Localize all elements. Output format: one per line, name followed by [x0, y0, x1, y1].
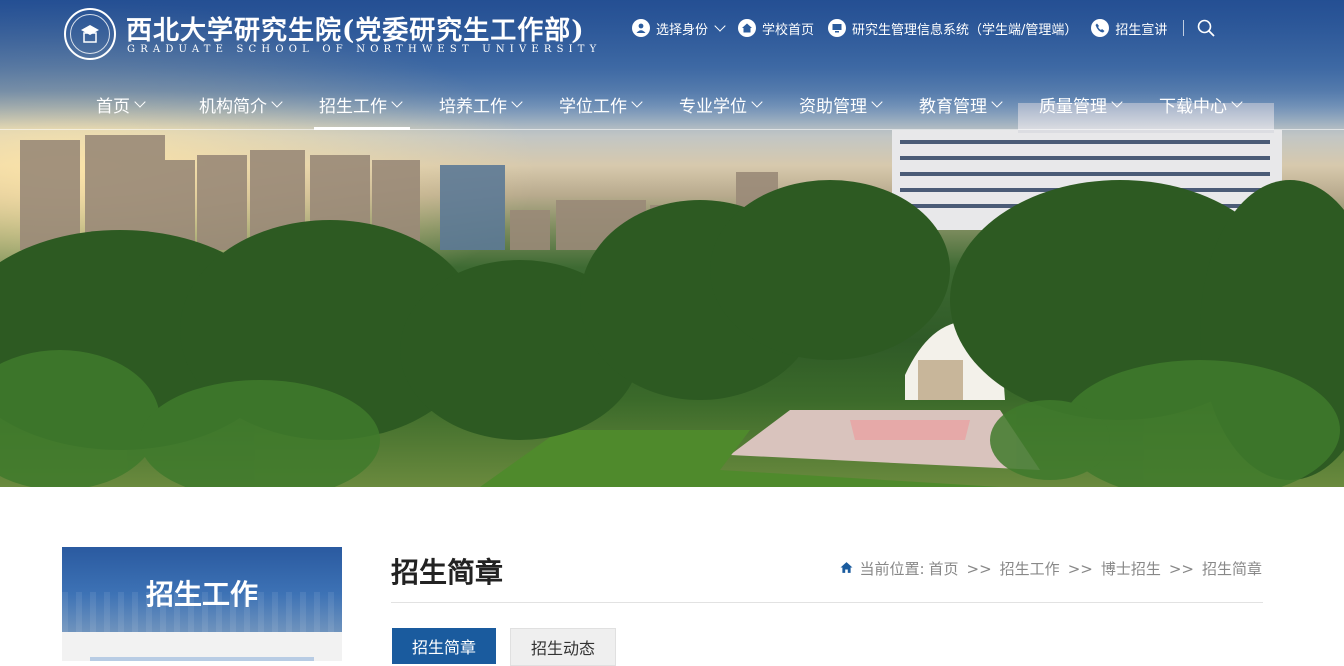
- select-identity-link[interactable]: 选择身份: [632, 19, 726, 38]
- breadcrumb-separator: >>: [1067, 559, 1093, 578]
- nav-active-indicator: [314, 127, 410, 130]
- sidebar-header: 招生工作: [62, 547, 342, 632]
- home-icon: [840, 560, 853, 578]
- chevron-down-icon: [271, 96, 283, 108]
- breadcrumb-phd-admission[interactable]: 博士招生: [1101, 558, 1161, 579]
- page-title: 招生简章: [391, 556, 504, 589]
- nav-item-education[interactable]: 教育管理: [919, 92, 1003, 117]
- admission-talk-link[interactable]: 招生宣讲: [1091, 19, 1167, 38]
- school-home-link[interactable]: 学校首页: [738, 19, 814, 38]
- search-icon[interactable]: [1196, 18, 1216, 38]
- tab-admission-brochure[interactable]: 招生简章: [392, 628, 497, 664]
- chevron-down-icon: [991, 96, 1003, 108]
- chevron-down-icon: [871, 96, 883, 108]
- university-logo-icon[interactable]: [64, 8, 116, 60]
- breadcrumb-separator: >>: [966, 559, 992, 578]
- chevron-down-icon: [631, 96, 643, 108]
- chevron-down-icon: [751, 96, 763, 108]
- title-divider: [391, 602, 1263, 603]
- nav-divider: [0, 129, 1344, 130]
- nav-item-admission[interactable]: 招生工作: [319, 92, 403, 117]
- nav-item-home[interactable]: 首页: [96, 92, 146, 117]
- grad-system-label: 研究生管理信息系统（学生端/管理端）: [852, 22, 1078, 38]
- nav-item-downloads[interactable]: 下载中心: [1159, 92, 1243, 117]
- nav-item-funding[interactable]: 资助管理: [799, 92, 883, 117]
- nav-item-training[interactable]: 培养工作: [439, 92, 523, 117]
- breadcrumb: 当前位置: 首页 >> 招生工作 >> 博士招生 >> 招生简章: [840, 558, 1262, 579]
- admission-talk-label: 招生宣讲: [1115, 22, 1168, 38]
- grad-system-link[interactable]: 研究生管理信息系统（学生端/管理端）: [828, 19, 1077, 38]
- chevron-down-icon: [511, 96, 523, 108]
- chevron-down-icon: [714, 19, 726, 32]
- nav-item-about[interactable]: 机构简介: [199, 92, 283, 117]
- breadcrumb-current[interactable]: 招生简章: [1202, 558, 1262, 579]
- nav-item-quality[interactable]: 质量管理: [1039, 92, 1123, 117]
- chevron-down-icon: [1231, 96, 1243, 108]
- select-identity-label: 选择身份: [656, 22, 709, 38]
- site-title[interactable]: 西北大学研究生院(党委研究生工作部): [126, 10, 585, 47]
- home-icon: [738, 19, 757, 37]
- breadcrumb-home[interactable]: 首页: [929, 558, 959, 579]
- chevron-down-icon: [1111, 96, 1123, 108]
- breadcrumb-separator: >>: [1168, 559, 1194, 578]
- chevron-down-icon: [391, 96, 403, 108]
- tab-admission-news[interactable]: 招生动态: [510, 628, 617, 666]
- top-links: 选择身份 学校首页 研究生管理信息系统（学生端/管理端） 招生宣讲: [632, 18, 1216, 38]
- monitor-icon: [828, 19, 847, 37]
- nav-item-professional-degree[interactable]: 专业学位: [679, 92, 763, 117]
- breadcrumb-prefix: 当前位置:: [859, 560, 925, 578]
- site-subtitle: GRADUATE SCHOOL OF NORTHWEST UNIVERSITY: [127, 44, 602, 55]
- divider: [1183, 20, 1185, 36]
- sidebar-title: 招生工作: [145, 578, 258, 611]
- school-home-label: 学校首页: [762, 22, 815, 38]
- nav-item-degree[interactable]: 学位工作: [559, 92, 643, 117]
- sidebar-item-active[interactable]: [90, 657, 314, 661]
- user-icon: [632, 19, 650, 37]
- phone-icon: [1091, 19, 1110, 37]
- chevron-down-icon: [134, 96, 146, 108]
- breadcrumb-admission[interactable]: 招生工作: [1000, 558, 1060, 579]
